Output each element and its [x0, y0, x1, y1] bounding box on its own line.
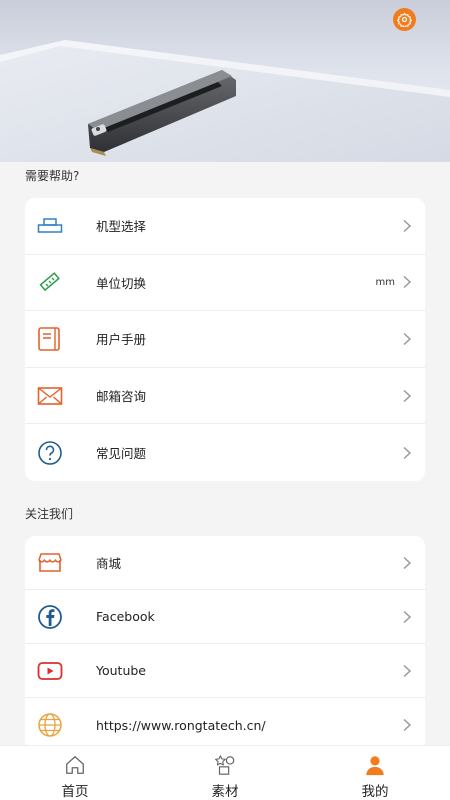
home-icon — [66, 756, 84, 774]
help-card: 机型选择 单位切换 mm 用户手册 邮箱咨询 常见问题 — [25, 198, 425, 481]
printer-icon — [37, 213, 63, 239]
facebook-icon — [37, 604, 63, 630]
follow-item-website[interactable]: https://www.rongtatech.cn/ — [25, 698, 425, 752]
follow-item-label: Youtube — [96, 663, 146, 678]
help-item-model-select[interactable]: 机型选择 — [25, 198, 425, 255]
follow-card: 商城 Facebook Youtube https://www.rongtate… — [25, 536, 425, 752]
printer-product-image — [0, 40, 450, 162]
help-item-email[interactable]: 邮箱咨询 — [25, 368, 425, 425]
help-section-title: 需要帮助? — [25, 169, 80, 183]
tab-materials[interactable]: 素材 — [150, 746, 300, 800]
mail-icon — [37, 383, 63, 409]
help-item-label: 单位切换 — [96, 275, 147, 291]
profile-icon — [366, 756, 384, 776]
chevron-right-icon — [403, 219, 412, 232]
ruler-icon — [37, 269, 63, 295]
follow-item-youtube[interactable]: Youtube — [25, 644, 425, 698]
chevron-right-icon — [403, 556, 412, 569]
follow-item-label: Facebook — [96, 609, 155, 624]
youtube-icon — [37, 658, 63, 684]
unit-value: mm — [375, 276, 395, 288]
tab-label: 素材 — [211, 784, 239, 800]
help-item-label: 常见问题 — [96, 446, 147, 462]
chevron-right-icon — [403, 332, 412, 346]
book-icon — [37, 326, 63, 352]
store-icon — [37, 550, 63, 576]
chevron-right-icon — [403, 446, 412, 459]
chevron-right-icon — [403, 718, 412, 732]
chevron-right-icon — [403, 389, 412, 402]
follow-item-store[interactable]: 商城 — [25, 536, 425, 590]
chevron-right-icon — [403, 276, 412, 289]
tab-label: 首页 — [61, 784, 89, 800]
help-item-unit-switch[interactable]: 单位切换 mm — [25, 255, 425, 312]
bottom-tab-bar: 首页 素材 我的 — [0, 745, 450, 800]
question-icon — [37, 440, 63, 466]
website-link: https://www.rongtatech.cn/ — [96, 717, 266, 733]
follow-section-title: 关注我们 — [25, 507, 74, 521]
settings-button[interactable] — [393, 8, 416, 31]
hero-banner — [0, 0, 450, 162]
help-item-label: 邮箱咨询 — [96, 389, 147, 405]
chevron-right-icon — [403, 610, 412, 623]
tab-profile[interactable]: 我的 — [300, 746, 450, 800]
tab-home[interactable]: 首页 — [0, 746, 150, 800]
gear-icon — [397, 12, 412, 27]
globe-icon — [37, 712, 63, 738]
help-item-user-manual[interactable]: 用户手册 — [25, 311, 425, 368]
help-item-faq[interactable]: 常见问题 — [25, 424, 425, 481]
follow-item-label: 商城 — [96, 556, 122, 571]
chevron-right-icon — [403, 664, 412, 677]
help-item-label: 用户手册 — [96, 332, 147, 348]
tab-label: 我的 — [361, 784, 389, 800]
materials-icon — [215, 755, 235, 775]
help-item-label: 机型选择 — [96, 219, 147, 235]
follow-item-facebook[interactable]: Facebook — [25, 590, 425, 644]
